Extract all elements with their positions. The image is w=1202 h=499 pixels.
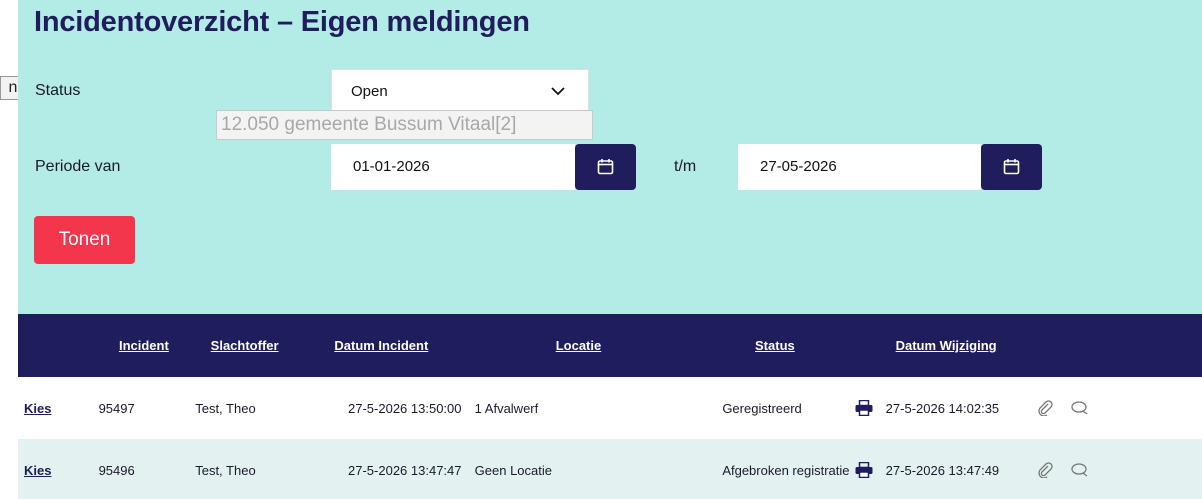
date-from-input[interactable]: 01-01-2026 bbox=[331, 144, 575, 190]
date-to-input[interactable]: 27-05-2026 bbox=[738, 144, 981, 190]
status-cell: Geregistreerd bbox=[722, 400, 802, 416]
header-datum-wijziging[interactable]: Datum Wijziging bbox=[855, 314, 1036, 377]
header-locatie[interactable]: Locatie bbox=[463, 314, 695, 377]
chevron-down-icon bbox=[551, 87, 565, 96]
incident-cell: 95496 bbox=[98, 462, 135, 478]
table-header-row: Incident Slachtoffer Datum Incident Loca… bbox=[18, 314, 1202, 377]
table-row: Kies 95497 Test, Theo 27-5-2026 13:50:00… bbox=[18, 377, 1202, 439]
print-cell bbox=[855, 439, 885, 499]
paperclip-icon[interactable] bbox=[1037, 462, 1053, 479]
header-datum-incident[interactable]: Datum Incident bbox=[300, 314, 463, 377]
header-extra bbox=[1037, 314, 1202, 377]
empty-cell bbox=[1111, 377, 1202, 439]
comment-icon[interactable] bbox=[1071, 400, 1089, 416]
table-row: Kies 95496 Test, Theo 27-5-2026 13:47:47… bbox=[18, 439, 1202, 499]
modified-cell: 27-5-2026 14:02:35 bbox=[885, 400, 1000, 416]
header-action bbox=[18, 314, 99, 377]
incident-table: Incident Slachtoffer Datum Incident Loca… bbox=[18, 314, 1202, 499]
printer-icon[interactable] bbox=[855, 400, 873, 417]
status-label: Status bbox=[35, 82, 81, 99]
location-cell: 1 Afvalwerf bbox=[474, 400, 539, 416]
calendar-icon bbox=[1003, 159, 1020, 175]
date-from-calendar-button[interactable] bbox=[575, 144, 636, 190]
kies-cell: Kies bbox=[18, 377, 99, 439]
date-cell: 27-5-2026 13:50:00 bbox=[348, 400, 462, 416]
victim-cell: Test, Theo bbox=[195, 462, 256, 478]
date-to-calendar-button[interactable] bbox=[981, 144, 1042, 190]
attach-cell bbox=[1037, 439, 1071, 499]
tooltip: 12.050 gemeente Bussum Vitaal[2] bbox=[216, 110, 593, 140]
attach-cell bbox=[1037, 377, 1071, 439]
paperclip-icon[interactable] bbox=[1037, 400, 1053, 417]
header-status[interactable]: Status bbox=[694, 314, 855, 377]
kies-link[interactable]: Kies bbox=[24, 463, 51, 478]
date-to-label: t/m bbox=[674, 158, 697, 175]
comment-cell bbox=[1071, 377, 1111, 439]
print-cell bbox=[855, 377, 885, 439]
comment-cell bbox=[1071, 439, 1111, 499]
header-slachtoffer[interactable]: Slachtoffer bbox=[189, 314, 300, 377]
printer-icon[interactable] bbox=[855, 462, 873, 479]
location-cell: Geen Locatie bbox=[474, 462, 552, 478]
modified-cell: 27-5-2026 13:47:49 bbox=[885, 462, 1000, 478]
status-select-value: Open bbox=[351, 83, 388, 100]
kies-cell: Kies bbox=[18, 439, 99, 499]
tonen-button[interactable]: Tonen bbox=[34, 216, 135, 264]
page-title: Incidentoverzicht – Eigen meldingen bbox=[34, 6, 530, 38]
victim-cell: Test, Theo bbox=[195, 400, 256, 416]
empty-cell bbox=[1111, 439, 1202, 499]
calendar-icon bbox=[597, 159, 614, 175]
status-cell: Afgebroken registratie bbox=[722, 462, 850, 478]
date-cell: 27-5-2026 13:47:47 bbox=[348, 462, 462, 478]
incident-cell: 95497 bbox=[98, 400, 135, 416]
comment-icon[interactable] bbox=[1071, 462, 1089, 478]
kies-link[interactable]: Kies bbox=[24, 401, 51, 416]
status-select[interactable]: Open bbox=[331, 69, 589, 114]
header-incident[interactable]: Incident bbox=[99, 314, 190, 377]
period-label: Periode van bbox=[35, 158, 121, 175]
